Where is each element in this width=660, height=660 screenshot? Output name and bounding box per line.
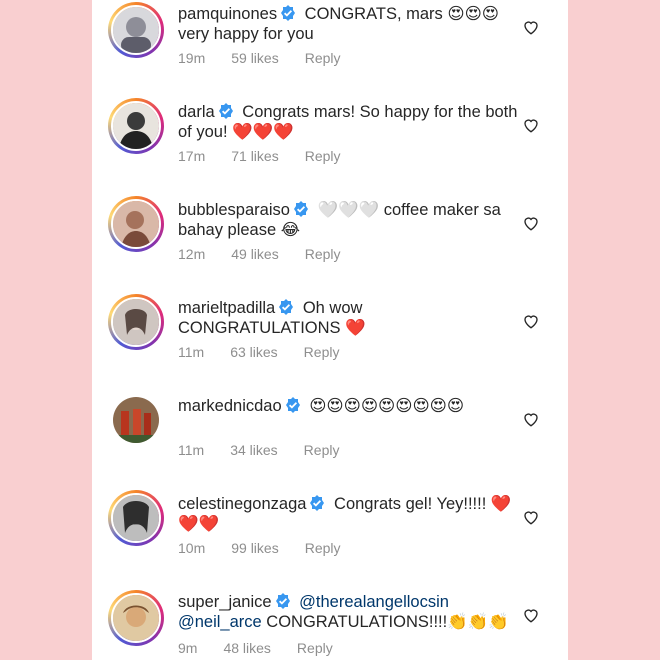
heart-icon[interactable] [522,214,540,232]
avatar-wrapper[interactable] [108,392,164,448]
avatar[interactable] [111,199,161,249]
comment-text: super_janice @therealangellocsin @neil_a… [178,592,518,632]
comment-body: 😍😍😍😍😍😍😍😍😍 [309,397,465,415]
comment-item: markednicdao 😍😍😍😍😍😍😍😍😍 11m 34 likes Reply [92,386,568,484]
reply-button[interactable]: Reply [305,246,341,262]
username[interactable]: bubblesparaiso [178,201,290,219]
like-count[interactable]: 34 likes [230,442,277,458]
like-count[interactable]: 59 likes [231,50,278,66]
comment-item: darla Congrats mars! So happy for the bo… [92,92,568,190]
like-count[interactable]: 48 likes [223,640,270,656]
reply-button[interactable]: Reply [304,344,340,360]
avatar[interactable] [111,493,161,543]
avatar[interactable] [111,297,161,347]
heart-icon[interactable] [522,508,540,526]
comment-time: 17m [178,148,206,164]
avatar[interactable] [111,101,161,151]
heart-icon[interactable] [522,312,540,330]
comment-meta: 9m 48 likes Reply [178,640,359,656]
reply-button[interactable]: Reply [304,442,340,458]
comment-time: 11m [178,442,205,458]
story-ring[interactable] [108,98,164,154]
comment-time: 12m [178,246,206,262]
story-ring[interactable] [108,590,164,646]
comment-item: bubblesparaiso 🤍🤍🤍 coffee maker sa bahay… [92,190,568,288]
story-ring[interactable] [108,2,164,58]
comment-time: 9m [178,640,198,656]
comments-panel: pamquinones CONGRATS, mars 😍😍😍 very happ… [92,0,568,660]
comment-meta: 19m 59 likes Reply [178,50,367,66]
heart-icon[interactable] [522,116,540,134]
like-count[interactable]: 63 likes [230,344,277,360]
comment-time: 10m [178,540,206,556]
comment-meta: 17m 71 likes Reply [178,148,367,164]
avatar[interactable] [113,397,159,443]
mention-link[interactable]: @therealangellocsin [299,593,449,611]
reply-button[interactable]: Reply [305,148,341,164]
verified-badge-icon [281,5,296,21]
username[interactable]: super_janice [178,593,272,611]
username[interactable]: darla [178,103,215,121]
comment-meta: 11m 63 likes Reply [178,344,365,360]
comment-meta: 11m 34 likes Reply [178,442,365,458]
story-ring[interactable] [108,196,164,252]
reply-button[interactable]: Reply [305,540,341,556]
story-ring[interactable] [108,294,164,350]
like-count[interactable]: 99 likes [231,540,278,556]
comment-text: bubblesparaiso 🤍🤍🤍 coffee maker sa bahay… [178,200,518,240]
comment-text: pamquinones CONGRATS, mars 😍😍😍 very happ… [178,4,518,44]
avatar[interactable] [111,5,161,55]
comment-meta: 10m 99 likes Reply [178,540,367,556]
comment-item: marieltpadilla Oh wow CONGRATULATIONS ❤️… [92,288,568,386]
comment-text: celestinegonzaga Congrats gel! Yey!!!!! … [178,494,518,534]
verified-badge-icon [293,201,308,217]
comment-body: CONGRATULATIONS!!!!👏👏👏 [261,613,509,631]
verified-badge-icon [285,397,300,413]
verified-badge-icon [275,593,290,609]
mention-link[interactable]: @neil_arce [178,613,262,631]
comment-text: marieltpadilla Oh wow CONGRATULATIONS ❤️ [178,298,518,338]
heart-icon[interactable] [522,410,540,428]
comment-text: darla Congrats mars! So happy for the bo… [178,102,518,142]
username[interactable]: celestinegonzaga [178,495,306,513]
like-count[interactable]: 49 likes [231,246,278,262]
heart-icon[interactable] [522,606,540,624]
username[interactable]: pamquinones [178,5,277,23]
reply-button[interactable]: Reply [297,640,333,656]
comment-text: markednicdao 😍😍😍😍😍😍😍😍😍 [178,396,518,416]
verified-badge-icon [218,103,233,119]
comment-item: super_janice @therealangellocsin @neil_a… [92,584,568,660]
username[interactable]: marieltpadilla [178,299,275,317]
comment-item: pamquinones CONGRATS, mars 😍😍😍 very happ… [92,0,568,92]
verified-badge-icon [310,495,325,511]
comment-item: celestinegonzaga Congrats gel! Yey!!!!! … [92,484,568,582]
reply-button[interactable]: Reply [305,50,341,66]
heart-icon[interactable] [522,18,540,36]
comment-time: 19m [178,50,206,66]
comment-meta: 12m 49 likes Reply [178,246,367,262]
avatar[interactable] [111,593,161,643]
story-ring[interactable] [108,490,164,546]
like-count[interactable]: 71 likes [231,148,278,164]
comment-time: 11m [178,344,205,360]
verified-badge-icon [279,299,294,315]
username[interactable]: markednicdao [178,397,282,415]
